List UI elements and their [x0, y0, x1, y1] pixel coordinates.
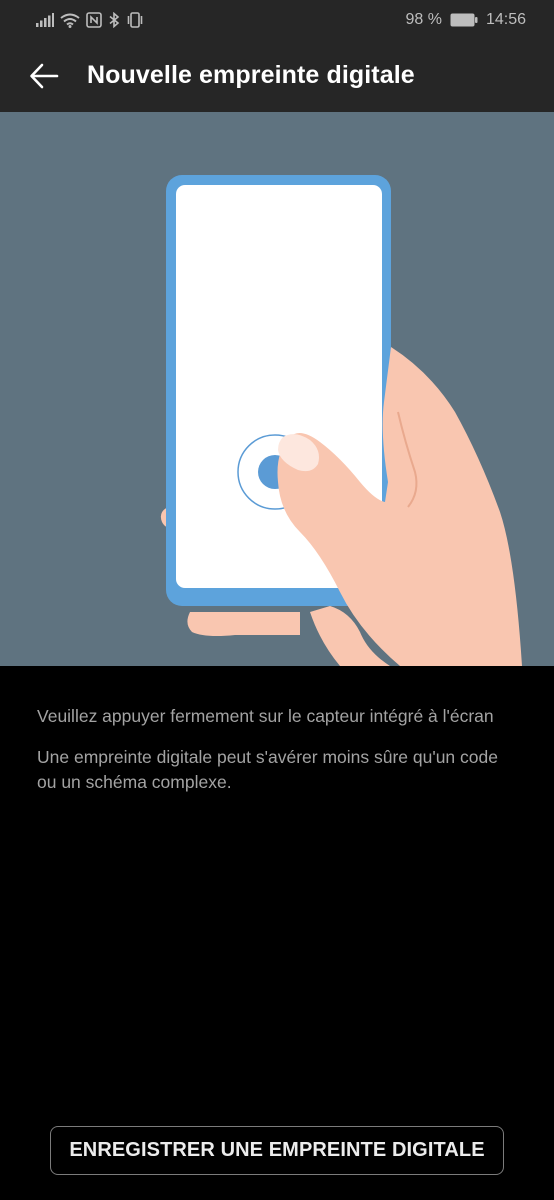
battery-percent: 98 %: [405, 11, 442, 28]
clock: 14:56: [485, 11, 526, 28]
bottom-finger: [187, 612, 300, 636]
app-bar: Nouvelle empreinte digitale: [0, 40, 554, 112]
nfc-icon: [86, 12, 102, 28]
battery-icon: [450, 13, 478, 27]
fingerprint-illustration: [0, 112, 554, 666]
fingerprint-sensor-illustration: [160, 175, 522, 666]
vibrate-icon: [127, 12, 143, 28]
wifi-icon: [60, 13, 80, 28]
page-title: Nouvelle empreinte digitale: [87, 61, 415, 89]
bluetooth-icon: [109, 12, 120, 28]
status-icons-left: [36, 10, 144, 30]
arrow-left-icon: [30, 63, 59, 89]
instruction-secondary: Une empreinte digitale peut s'avérer moi…: [37, 747, 498, 792]
status-icons-right: 98 % 14:56: [405, 10, 526, 30]
instruction-primary: Veuillez appuyer fermement sur le capteu…: [37, 706, 494, 726]
back-button[interactable]: [20, 52, 68, 100]
instructions: Veuillez appuyer fermement sur le capteu…: [37, 704, 517, 811]
enroll-fingerprint-button[interactable]: ENREGISTRER UNE EMPREINTE DIGITALE: [50, 1126, 504, 1175]
signal-icon: [36, 13, 54, 27]
status-bar: 98 % 14:56: [0, 0, 554, 40]
